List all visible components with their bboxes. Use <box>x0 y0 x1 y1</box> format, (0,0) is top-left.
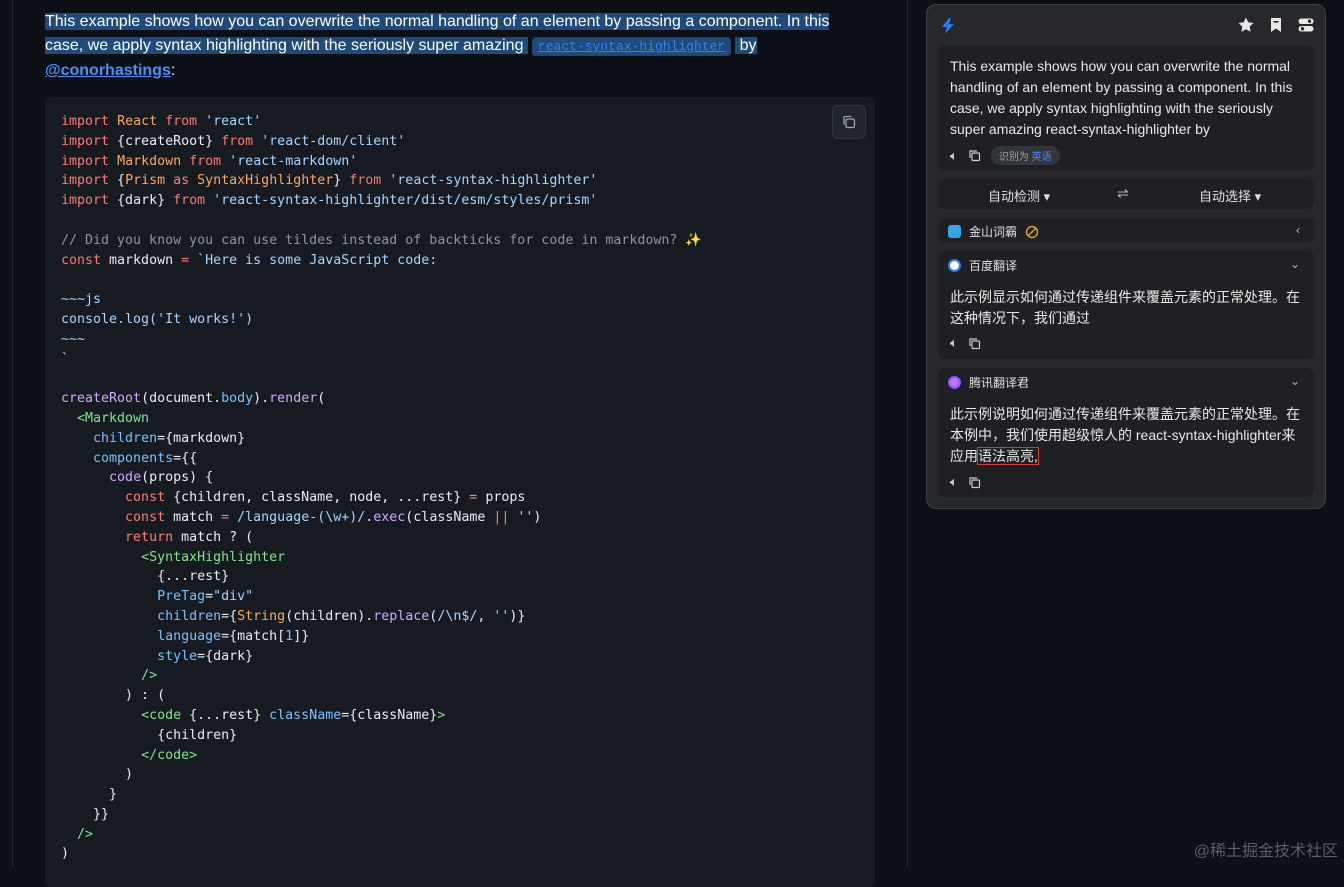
jinshan-name: 金山词霸 <box>969 225 1018 239</box>
chevron-down-icon[interactable]: ⌄ <box>1290 374 1300 388</box>
speaker-icon[interactable]: 🔈︎ <box>950 474 958 490</box>
colon: : <box>170 62 176 79</box>
baidu-name: 百度翻译 <box>969 259 1018 273</box>
left-divider <box>12 0 13 868</box>
chevron-down-icon[interactable]: ⌄ <box>1290 257 1300 271</box>
code-block: import React from 'react' import {create… <box>45 97 875 887</box>
watermark: @稀土掘金技术社区 <box>1193 843 1338 860</box>
swap-language-icon[interactable]: ⇌ <box>1117 185 1129 202</box>
service-jinshan[interactable]: 金山词霸 ‹ <box>938 218 1314 242</box>
highlighted-phrase: 语法高亮, <box>977 447 1039 465</box>
language-bar: 自动检测 ▾ ⇌ 自动选择 ▾ <box>938 179 1314 209</box>
panel-header <box>927 5 1325 45</box>
translator-panel: This example shows how you can overwrite… <box>926 4 1326 509</box>
star-icon[interactable] <box>1237 16 1255 34</box>
copy-icon[interactable] <box>968 337 981 350</box>
detected-language-badge: 识别为 英语 <box>990 146 1060 165</box>
intro-paragraph: This example shows how you can overwrite… <box>45 10 865 83</box>
source-language-label: 自动检测 <box>988 189 1041 204</box>
intro-line2: case, we apply syntax highlighting with … <box>45 37 528 54</box>
service-tencent: 腾讯翻译君 ⌄ 此示例说明如何通过传递组件来覆盖元素的正常处理。在本例中，我们使… <box>938 368 1314 497</box>
source-text[interactable]: This example shows how you can overwrite… <box>950 56 1306 140</box>
target-language-label: 自动选择 <box>1199 189 1252 204</box>
disabled-icon <box>1025 225 1039 238</box>
author-link[interactable]: @conorhastings <box>45 62 171 79</box>
copy-icon <box>843 115 856 129</box>
intro-line1: This example shows how you can overwrite… <box>45 13 830 30</box>
baidu-result[interactable]: 此示例显示如何通过传递组件来覆盖元素的正常处理。在这种情况下，我们通过 <box>950 287 1308 329</box>
intro-by: by <box>735 37 757 54</box>
code-content: import React from 'react' import {create… <box>61 114 702 862</box>
detected-language: 英语 <box>1031 152 1052 163</box>
baidu-logo-icon <box>948 259 961 272</box>
copy-code-button[interactable] <box>832 105 866 139</box>
bolt-icon[interactable] <box>939 17 957 35</box>
target-language-select[interactable]: 自动选择 ▾ <box>1199 186 1261 205</box>
bookmark-icon[interactable] <box>1267 16 1285 34</box>
copy-icon[interactable] <box>968 476 981 489</box>
tencent-logo-icon <box>948 376 961 389</box>
settings-toggle-icon[interactable] <box>1297 16 1315 34</box>
speaker-icon[interactable]: 🔈︎ <box>950 148 958 164</box>
tencent-name: 腾讯翻译君 <box>969 376 1030 390</box>
tencent-result[interactable]: 此示例说明如何通过传递组件来覆盖元素的正常处理。在本例中，我们使用超级惊人的 r… <box>950 404 1308 467</box>
service-baidu: 百度翻译 ⌄ 此示例显示如何通过传递组件来覆盖元素的正常处理。在这种情况下，我们… <box>938 251 1314 359</box>
source-language-select[interactable]: 自动检测 ▾ <box>988 186 1050 205</box>
speaker-icon[interactable]: 🔈︎ <box>950 335 958 351</box>
source-text-card[interactable]: This example shows how you can overwrite… <box>938 46 1314 170</box>
middle-divider <box>907 0 908 868</box>
copy-icon[interactable] <box>968 149 981 162</box>
detected-label: 识别为 <box>998 152 1029 163</box>
chevron-left-icon[interactable]: ‹ <box>1296 223 1300 237</box>
jinshan-logo-icon <box>948 225 961 238</box>
inline-code-link[interactable]: react-syntax-highlighter <box>531 37 732 56</box>
